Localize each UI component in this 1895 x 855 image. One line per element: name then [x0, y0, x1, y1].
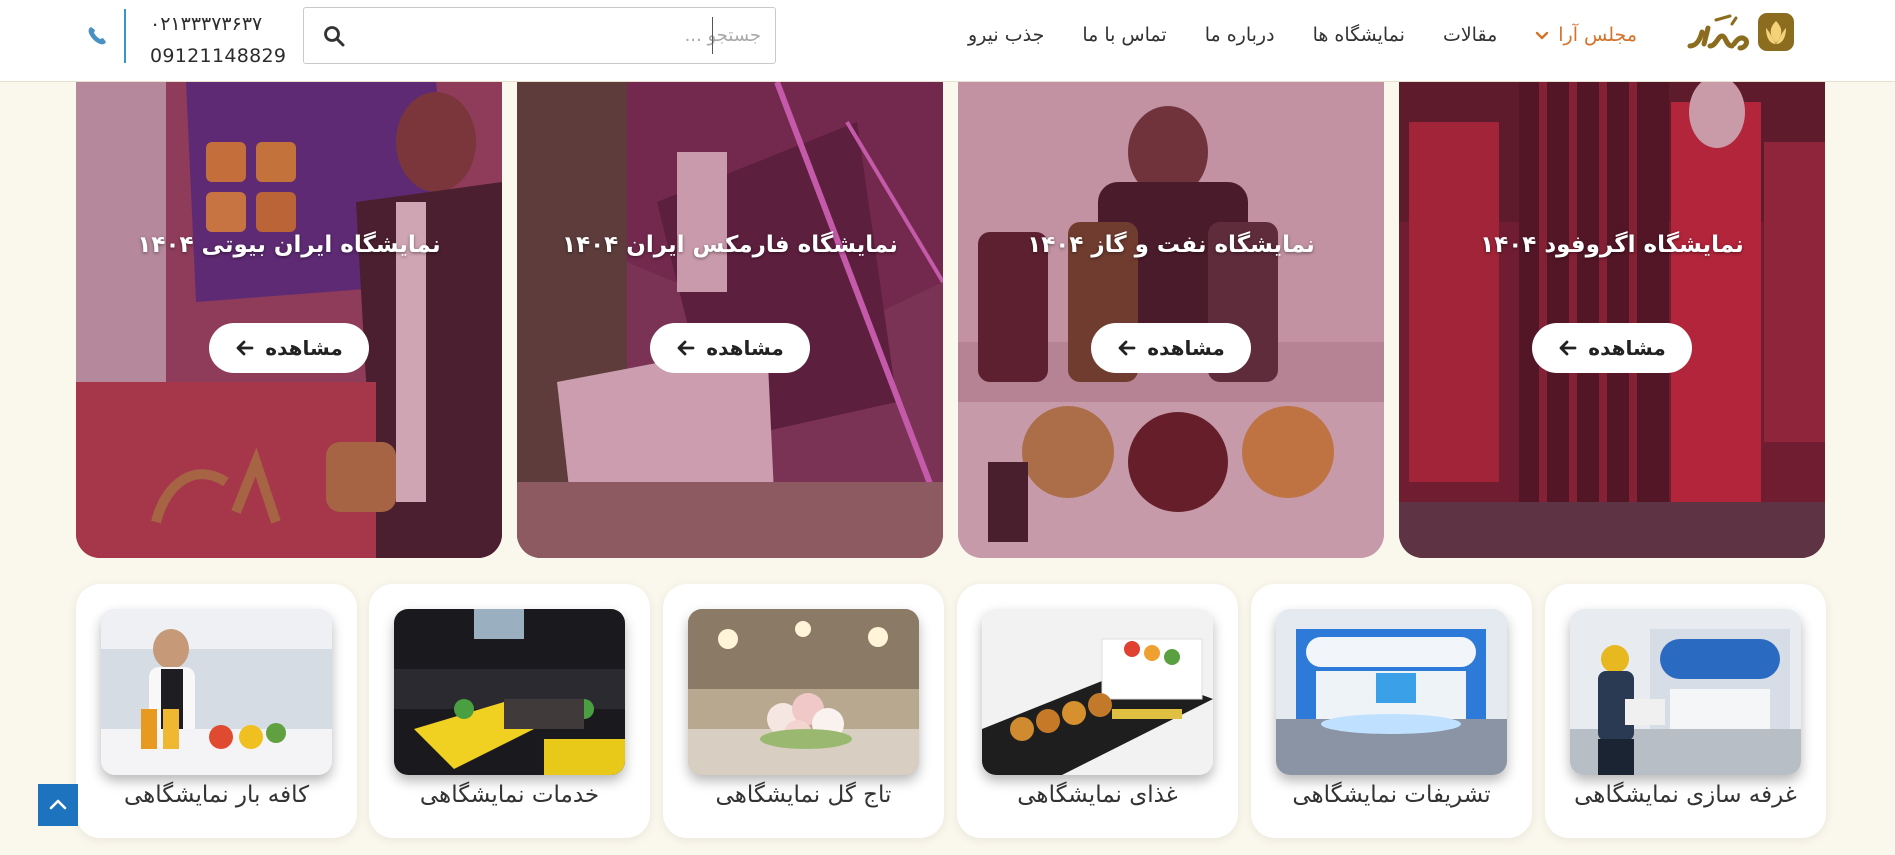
logo-emblem [1687, 13, 1794, 51]
exhibition-card-iran-beauty[interactable]: نمایشگاه ایران بیوتی ۱۴۰۴ مشاهده [76, 82, 502, 558]
chevron-up-icon [49, 799, 67, 810]
nav-item-label: مقالات [1442, 24, 1498, 46]
card-overlay [76, 82, 502, 558]
view-button-label: مشاهده [706, 336, 784, 360]
phone-number-landline[interactable]: ۰۲۱۳۳۳۷۳۶۳۷ [150, 8, 286, 40]
exhibition-card-agrofood[interactable]: نمایشگاه اگروفود ۱۴۰۴ مشاهده [1399, 82, 1825, 558]
search-icon [324, 25, 345, 46]
service-label: تاج گل نمایشگاهی [715, 782, 892, 808]
exhibition-cards: نمایشگاه اگروفود ۱۴۰۴ مشاهده نمایشگاه نف… [76, 82, 1826, 558]
site-header: مجلس آرا مقالات نمایشگاه ها درباره ما تم… [0, 0, 1895, 82]
view-button-label: مشاهده [265, 336, 343, 360]
nav-item-majles-ara[interactable]: مجلس آرا [1535, 24, 1637, 46]
service-label: غرفه سازی نمایشگاهی [1574, 782, 1797, 808]
service-photo [688, 609, 919, 775]
site-logo[interactable] [1686, 10, 1798, 58]
card-overlay [1399, 82, 1825, 558]
exhibition-title: نمایشگاه فارمکس ایران ۱۴۰۴ [562, 232, 898, 258]
exhibition-title: نمایشگاه نفت و گاز ۱۴۰۴ [1027, 232, 1315, 258]
nav-item-careers[interactable]: جذب نیرو [968, 24, 1044, 46]
service-tiles: غرفه سازی نمایشگاهی تشریفات نمایشگاهی غذ… [76, 584, 1826, 838]
service-tile-food[interactable]: غذای نمایشگاهی [957, 584, 1238, 838]
nav-item-label: جذب نیرو [967, 24, 1045, 46]
service-label: غذای نمایشگاهی [1017, 782, 1178, 808]
nav-item-contact[interactable]: تماس با ما [1082, 24, 1166, 46]
exhibition-title: نمایشگاه اگروفود ۱۴۰۴ [1480, 232, 1744, 258]
phone-divider [124, 9, 126, 63]
service-label: کافه بار نمایشگاهی [123, 782, 310, 808]
phone-numbers: ۰۲۱۳۳۳۷۳۶۳۷ 09121148829 [150, 8, 286, 72]
nav-item-label: درباره ما [1204, 24, 1275, 46]
view-button[interactable]: مشاهده [1532, 323, 1692, 373]
view-button[interactable]: مشاهده [650, 323, 810, 373]
service-photo [982, 609, 1213, 775]
search-divider [712, 17, 713, 54]
service-label: خدمات نمایشگاهی [419, 782, 600, 808]
search-button[interactable] [304, 8, 364, 63]
nav-item-label: تماس با ما [1082, 24, 1167, 46]
arrow-left-icon [236, 340, 254, 356]
service-tile-cafe-bar[interactable]: کافه بار نمایشگاهی [76, 584, 357, 838]
phone-number-mobile[interactable]: 09121148829 [150, 40, 286, 72]
search-input[interactable] [363, 8, 775, 63]
nav-item-about[interactable]: درباره ما [1205, 24, 1275, 46]
view-button[interactable]: مشاهده [1091, 323, 1251, 373]
scroll-to-top-button[interactable] [38, 784, 78, 826]
view-button-label: مشاهده [1588, 336, 1666, 360]
service-photo [394, 609, 625, 775]
main-nav: مجلس آرا مقالات نمایشگاه ها درباره ما تم… [968, 24, 1637, 46]
nav-item-label: مجلس آرا [1558, 24, 1637, 46]
phone-icon[interactable] [86, 25, 108, 47]
service-photo [101, 609, 332, 775]
service-tile-flowers[interactable]: تاج گل نمایشگاهی [663, 584, 944, 838]
arrow-left-icon [677, 340, 695, 356]
service-label: تشریفات نمایشگاهی [1292, 782, 1491, 808]
exhibition-card-oil-gas[interactable]: نمایشگاه نفت و گاز ۱۴۰۴ مشاهده [958, 82, 1384, 558]
card-overlay [517, 82, 943, 558]
service-photo [1570, 609, 1801, 775]
nav-item-label: نمایشگاه ها [1312, 24, 1405, 46]
view-button-label: مشاهده [1147, 336, 1225, 360]
view-button[interactable]: مشاهده [209, 323, 369, 373]
service-tile-exhibition-services[interactable]: خدمات نمایشگاهی [369, 584, 650, 838]
nav-item-exhibitions[interactable]: نمایشگاه ها [1313, 24, 1405, 46]
exhibition-title: نمایشگاه ایران بیوتی ۱۴۰۴ [137, 232, 441, 258]
exhibition-card-pharmex[interactable]: نمایشگاه فارمکس ایران ۱۴۰۴ مشاهده [517, 82, 943, 558]
nav-item-articles[interactable]: مقالات [1443, 24, 1497, 46]
service-tile-ceremony[interactable]: تشریفات نمایشگاهی [1251, 584, 1532, 838]
arrow-left-icon [1559, 340, 1577, 356]
card-overlay [958, 82, 1384, 558]
arrow-left-icon [1118, 340, 1136, 356]
search-box [303, 7, 776, 64]
service-photo [1276, 609, 1507, 775]
service-tile-booth-building[interactable]: غرفه سازی نمایشگاهی [1545, 584, 1826, 838]
chevron-down-icon [1536, 31, 1549, 40]
